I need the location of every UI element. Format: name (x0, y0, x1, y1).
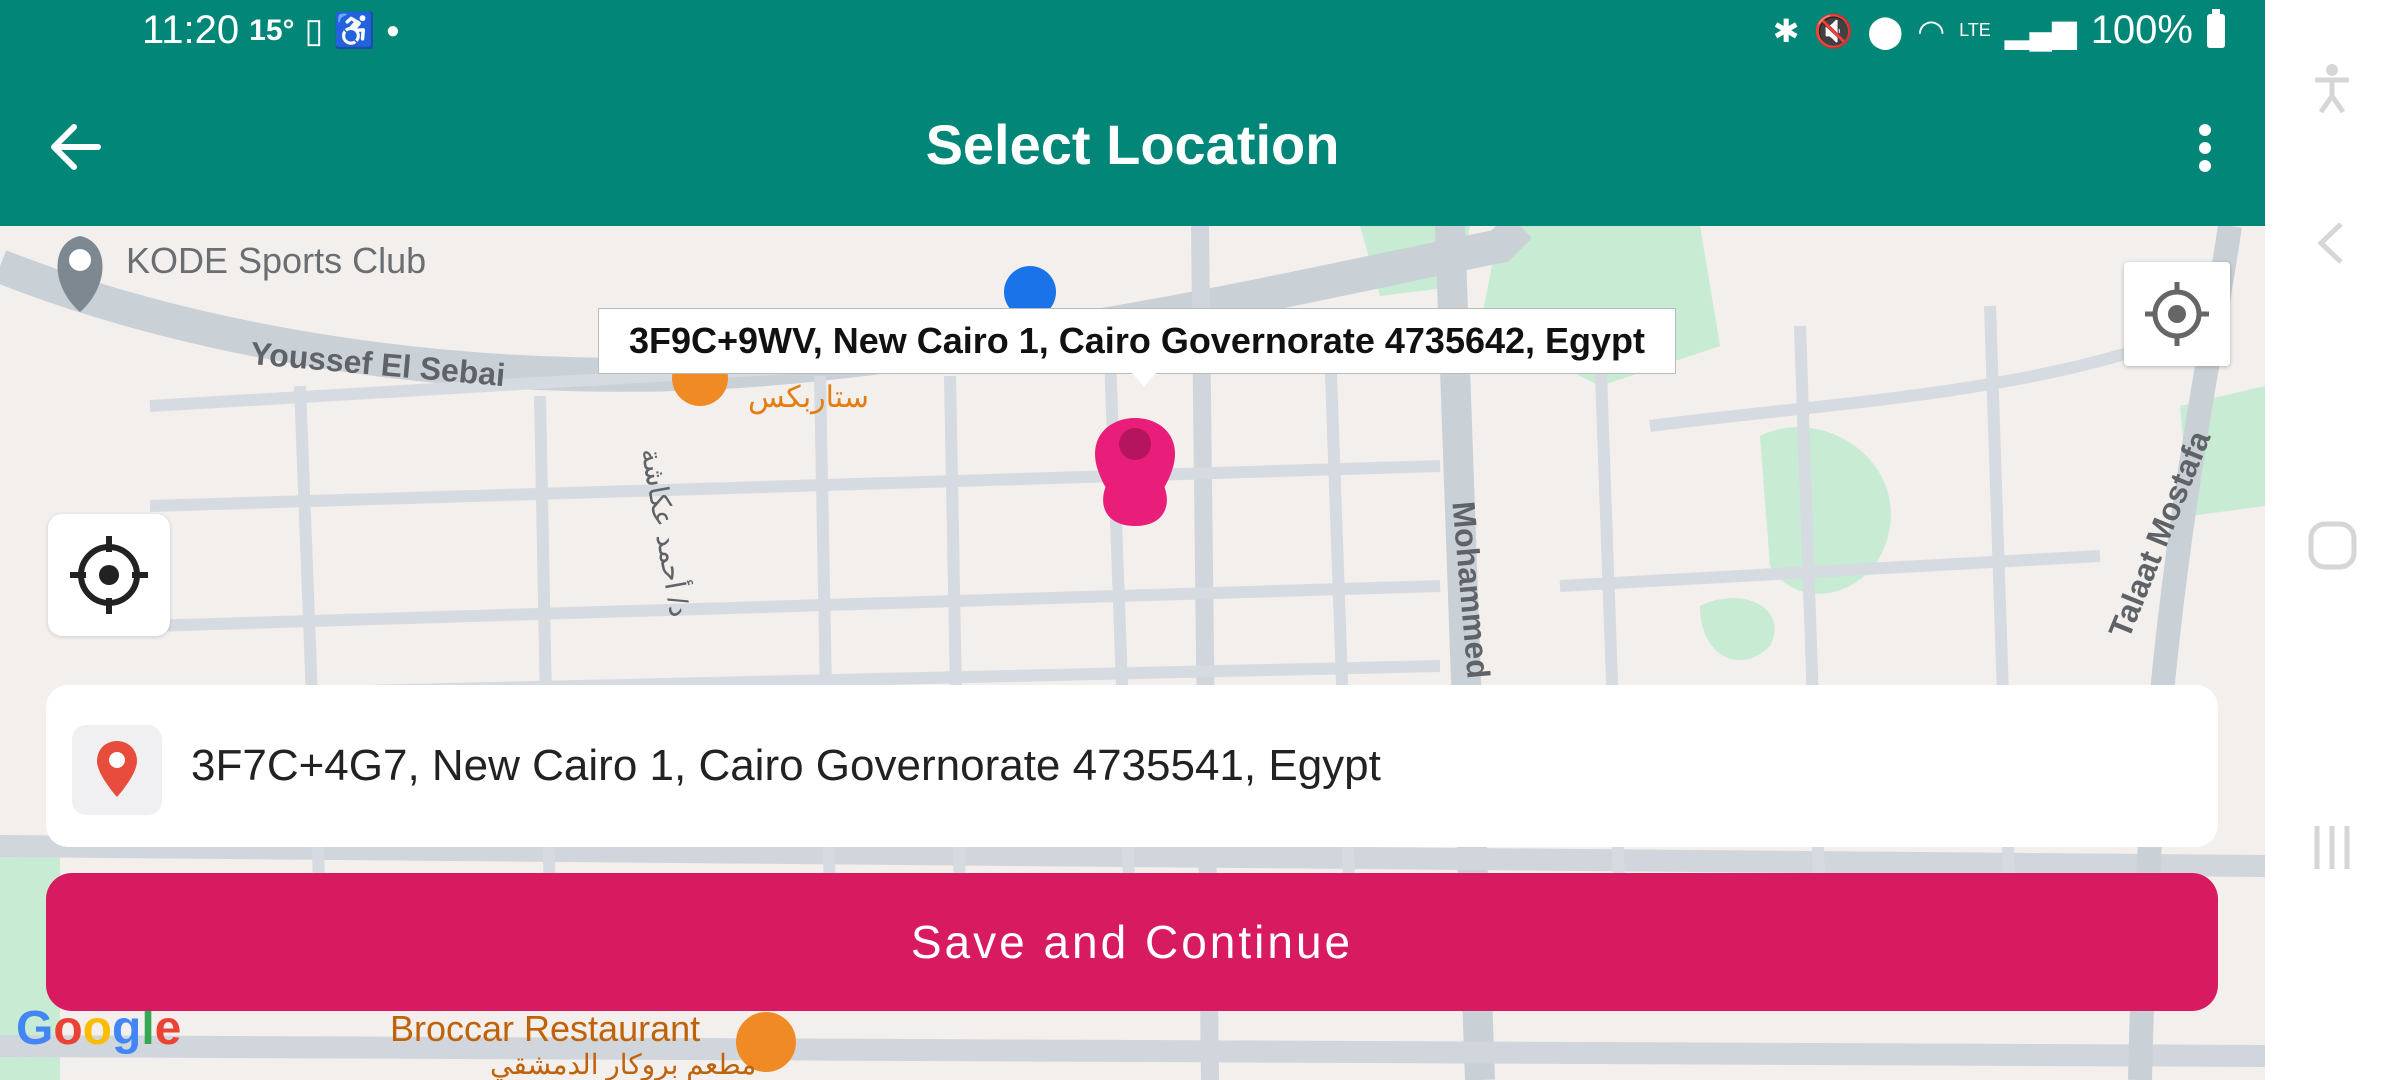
target-icon (70, 536, 148, 614)
more-options-button[interactable] (2175, 108, 2235, 188)
page-title: Select Location (925, 113, 1340, 176)
poi-starbucks-label[interactable]: ستاربكس (748, 380, 869, 415)
signal-icon: ▂▄▆ (2004, 12, 2077, 49)
accessibility-person-icon[interactable] (2305, 60, 2360, 115)
current-location-button[interactable] (48, 514, 170, 636)
status-temperature: 15° (249, 13, 295, 47)
poi-broccar-restaurant[interactable]: Broccar Restaurant (390, 1008, 700, 1050)
save-and-continue-button[interactable]: Save and Continue (46, 873, 2218, 1011)
app-bar: Select Location (0, 68, 2265, 226)
address-pin-container (72, 725, 162, 815)
status-bar: 11:20 15° ▯ ♿ ● ✱ 🔇 ⬤ ◠ LTE ▂▄▆ 100% (0, 0, 2265, 68)
phone-screen-icon: ▯ (304, 11, 324, 50)
marker-address-tooltip: 3F9C+9WV, New Cairo 1, Cairo Governorate… (598, 308, 1676, 387)
address-field[interactable]: 3F7C+4G7, New Cairo 1, Cairo Governorate… (46, 685, 2218, 847)
address-value[interactable]: 3F7C+4G7, New Cairo 1, Cairo Governorate… (191, 741, 1381, 791)
poi-broccar-arabic[interactable]: مطعم بروكار الدمشقي (490, 1048, 756, 1080)
battery-icon (2207, 8, 2225, 48)
volte-icon: LTE (1959, 20, 1991, 40)
dot-icon: ● (385, 16, 401, 44)
status-right: ✱ 🔇 ⬤ ◠ LTE ▂▄▆ 100% (1773, 8, 2225, 53)
mute-icon: 🔇 (1813, 12, 1854, 49)
poi-kode-sports-club[interactable]: KODE Sports Club (126, 240, 426, 282)
accessibility-icon: ♿ (333, 11, 376, 50)
location-pin-icon (97, 741, 137, 797)
location-icon: ⬤ (1867, 12, 1904, 49)
status-time: 11:20 (142, 8, 240, 52)
recents-nav-icon[interactable] (2305, 820, 2360, 875)
home-nav-icon[interactable] (2305, 518, 2360, 573)
bluetooth-icon: ✱ (1772, 12, 1800, 49)
crosshair-icon (2145, 282, 2209, 346)
back-nav-icon[interactable] (2305, 216, 2360, 271)
system-nav-rail (2265, 64, 2400, 1080)
status-battery-text: 100% (2090, 8, 2193, 52)
status-left: 11:20 15° ▯ ♿ ● (142, 8, 400, 53)
map-my-location-button[interactable] (2124, 262, 2230, 366)
more-vert-icon (2199, 124, 2211, 172)
location-marker-icon (1095, 418, 1175, 526)
wifi-icon: ◠ (1917, 12, 1946, 49)
